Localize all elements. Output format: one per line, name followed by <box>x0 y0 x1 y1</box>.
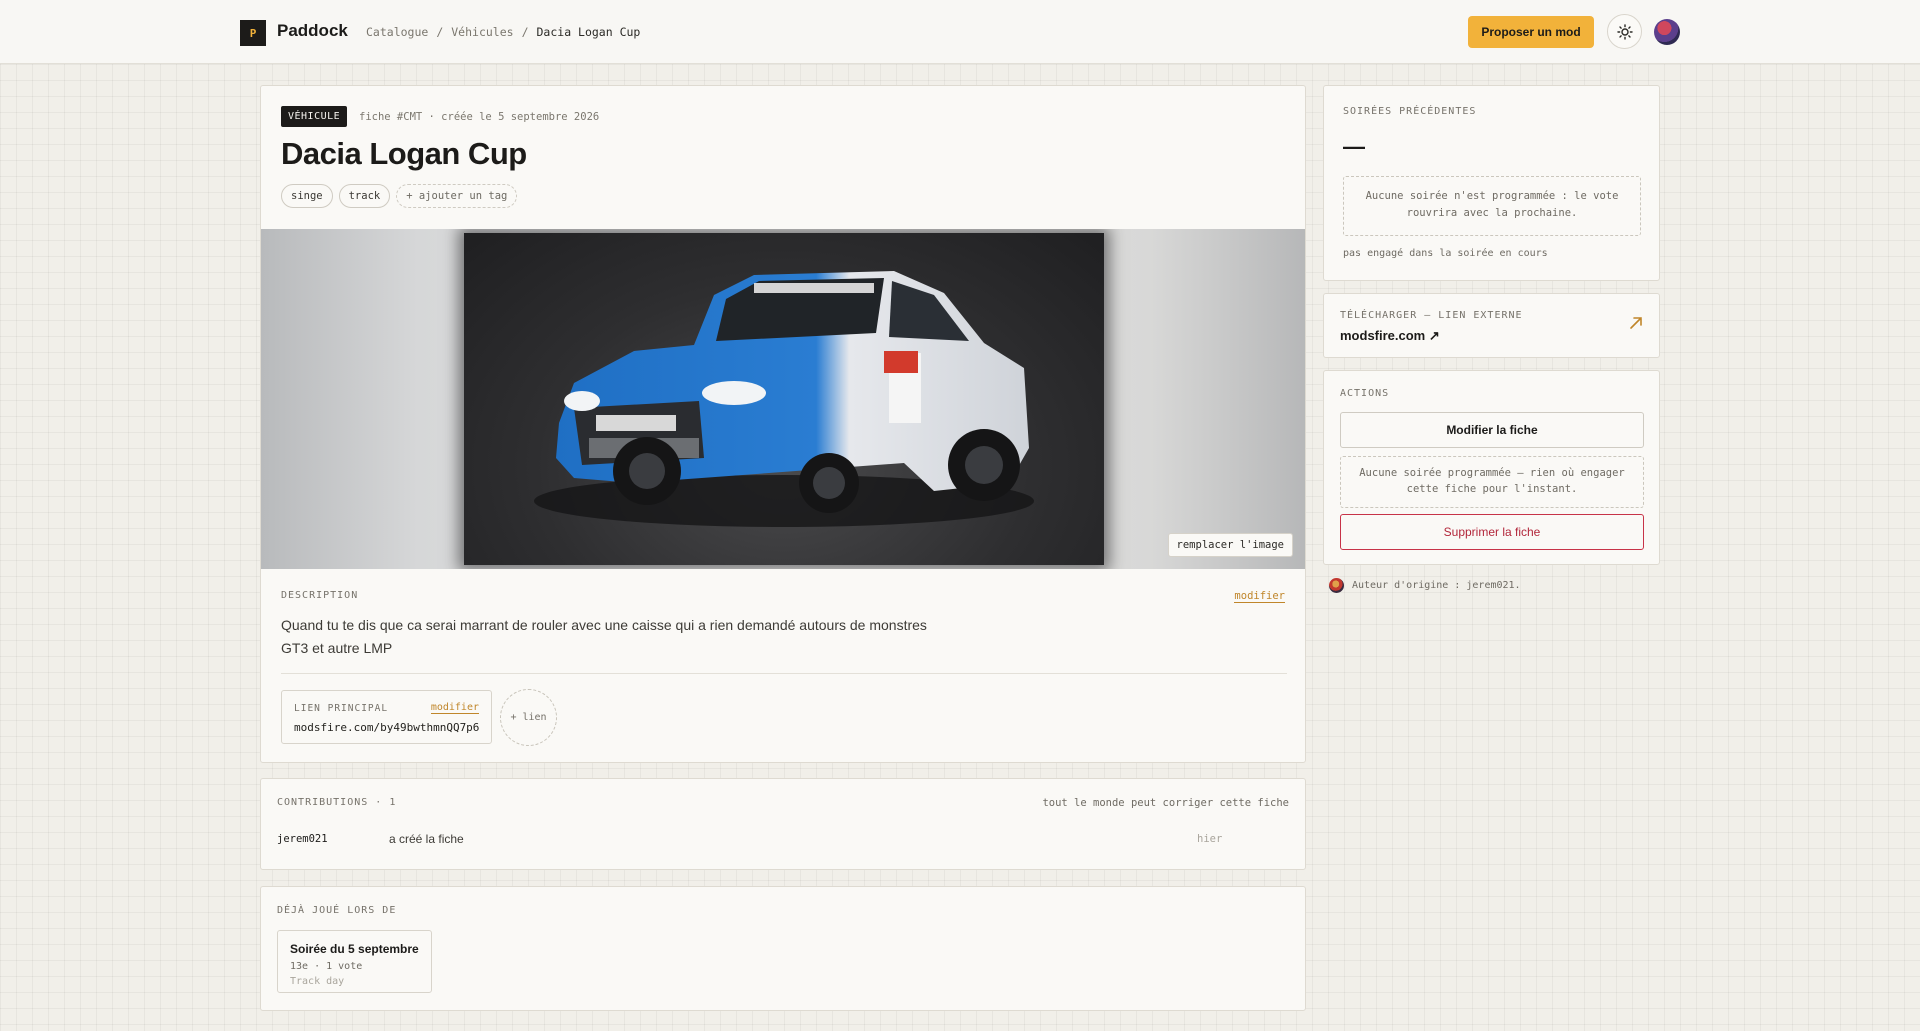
edit-item-button[interactable]: Modifier la fiche <box>1340 412 1644 448</box>
author-text[interactable]: Auteur d'origine : jerem021. <box>1352 580 1521 591</box>
description-label: DESCRIPTION <box>281 590 359 601</box>
divider <box>281 673 1287 674</box>
top-bar: P Paddock Catalogue / Véhicules / Dacia … <box>0 0 1920 64</box>
actions-empty-note: Aucune soirée programmée — rien où engag… <box>1340 456 1644 508</box>
breadcrumb-separator: / <box>436 25 444 39</box>
main-link-url[interactable]: modsfire.com/by49bwthmnQQ7p6 <box>294 721 479 734</box>
download-label: TÉLÉCHARGER — LIEN EXTERNE <box>1340 310 1523 321</box>
breadcrumb-separator: / <box>521 25 529 39</box>
add-tag-button[interactable]: + ajouter un tag <box>396 184 518 208</box>
engagement-status: pas engagé dans la soirée en cours <box>1343 248 1548 259</box>
description-text: Quand tu te dis que ca serai marrant de … <box>281 617 927 656</box>
vehicle-card: VÉHICULE fiche #CMT · créée le 5 septemb… <box>260 85 1306 763</box>
main-link-edit-link[interactable]: modifier <box>430 702 479 714</box>
session-name: Soirée du 5 septembre <box>290 942 419 956</box>
download-card[interactable]: TÉLÉCHARGER — LIEN EXTERNE modsfire.com … <box>1323 293 1660 358</box>
replace-image-button[interactable]: remplacer l'image <box>1167 533 1293 557</box>
previous-sessions-empty: Aucune soirée n'est programmée : le vote… <box>1343 176 1641 236</box>
actions-card: ACTIONS Modifier la fiche Aucune soirée … <box>1323 370 1660 565</box>
car-illustration <box>534 271 1034 527</box>
contributions-label: CONTRIBUTIONS · 1 <box>277 797 397 808</box>
breadcrumb-catalogue[interactable]: Catalogue <box>366 25 428 39</box>
session-type: Track day <box>290 976 345 987</box>
propose-mod-button[interactable]: Proposer un mod <box>1468 16 1594 48</box>
tag-track[interactable]: track <box>338 184 391 208</box>
download-host-link[interactable]: modsfire.com ↗ <box>1340 328 1440 344</box>
brand-name[interactable]: Paddock <box>277 21 348 41</box>
user-avatar[interactable] <box>1654 19 1680 45</box>
vehicle-image: remplacer l'image <box>261 229 1305 569</box>
sun-icon <box>1616 23 1633 40</box>
played-label: DÉJÀ JOUÉ LORS DE <box>277 905 397 916</box>
author-avatar <box>1329 578 1344 593</box>
session-stats: 13e · 1 vote <box>290 961 363 972</box>
delete-item-button[interactable]: Supprimer la fiche <box>1340 514 1644 550</box>
item-meta: fiche #CMT · créée le 5 septembre 2026 <box>359 111 600 123</box>
breadcrumb-current: Dacia Logan Cup <box>536 25 641 39</box>
page-title: Dacia Logan Cup <box>281 136 527 171</box>
contributions-note: tout le monde peut corriger cette fiche <box>1042 797 1289 809</box>
contribution-user[interactable]: jerem021 <box>277 833 328 845</box>
tag-singe[interactable]: singe <box>281 184 333 208</box>
breadcrumb: Catalogue / Véhicules / Dacia Logan Cup <box>366 25 640 39</box>
breadcrumb-vehicules[interactable]: Véhicules <box>451 25 513 39</box>
logo-icon[interactable]: P <box>240 20 266 46</box>
description-edit-link[interactable]: modifier <box>1234 590 1285 603</box>
original-author: Auteur d'origine : jerem021. <box>1329 578 1521 593</box>
main-link-box: LIEN PRINCIPAL modifier modsfire.com/by4… <box>281 690 492 744</box>
contributions-card: CONTRIBUTIONS · 1 tout le monde peut cor… <box>260 778 1306 870</box>
contribution-time: hier <box>1197 833 1223 845</box>
tag-list: singe track + ajouter un tag <box>281 184 518 208</box>
actions-label: ACTIONS <box>1340 388 1390 399</box>
vehicle-photo-frame <box>464 233 1104 565</box>
played-sessions-card: DÉJÀ JOUÉ LORS DE Soirée du 5 septembre … <box>260 886 1306 1011</box>
type-badge: VÉHICULE <box>281 106 348 127</box>
main-link-label: LIEN PRINCIPAL <box>294 703 389 714</box>
contribution-action: a créé la fiche <box>389 832 464 846</box>
previous-sessions-value: — <box>1343 134 1365 159</box>
session-card[interactable]: Soirée du 5 septembre 13e · 1 vote Track… <box>277 930 432 993</box>
add-link-button[interactable]: + lien <box>500 689 557 746</box>
external-arrow-icon <box>1630 317 1642 329</box>
previous-sessions-label: SOIRÉES PRÉCÉDENTES <box>1343 106 1477 117</box>
previous-sessions-card: SOIRÉES PRÉCÉDENTES — Aucune soirée n'es… <box>1323 85 1660 281</box>
theme-toggle-button[interactable] <box>1607 14 1642 49</box>
